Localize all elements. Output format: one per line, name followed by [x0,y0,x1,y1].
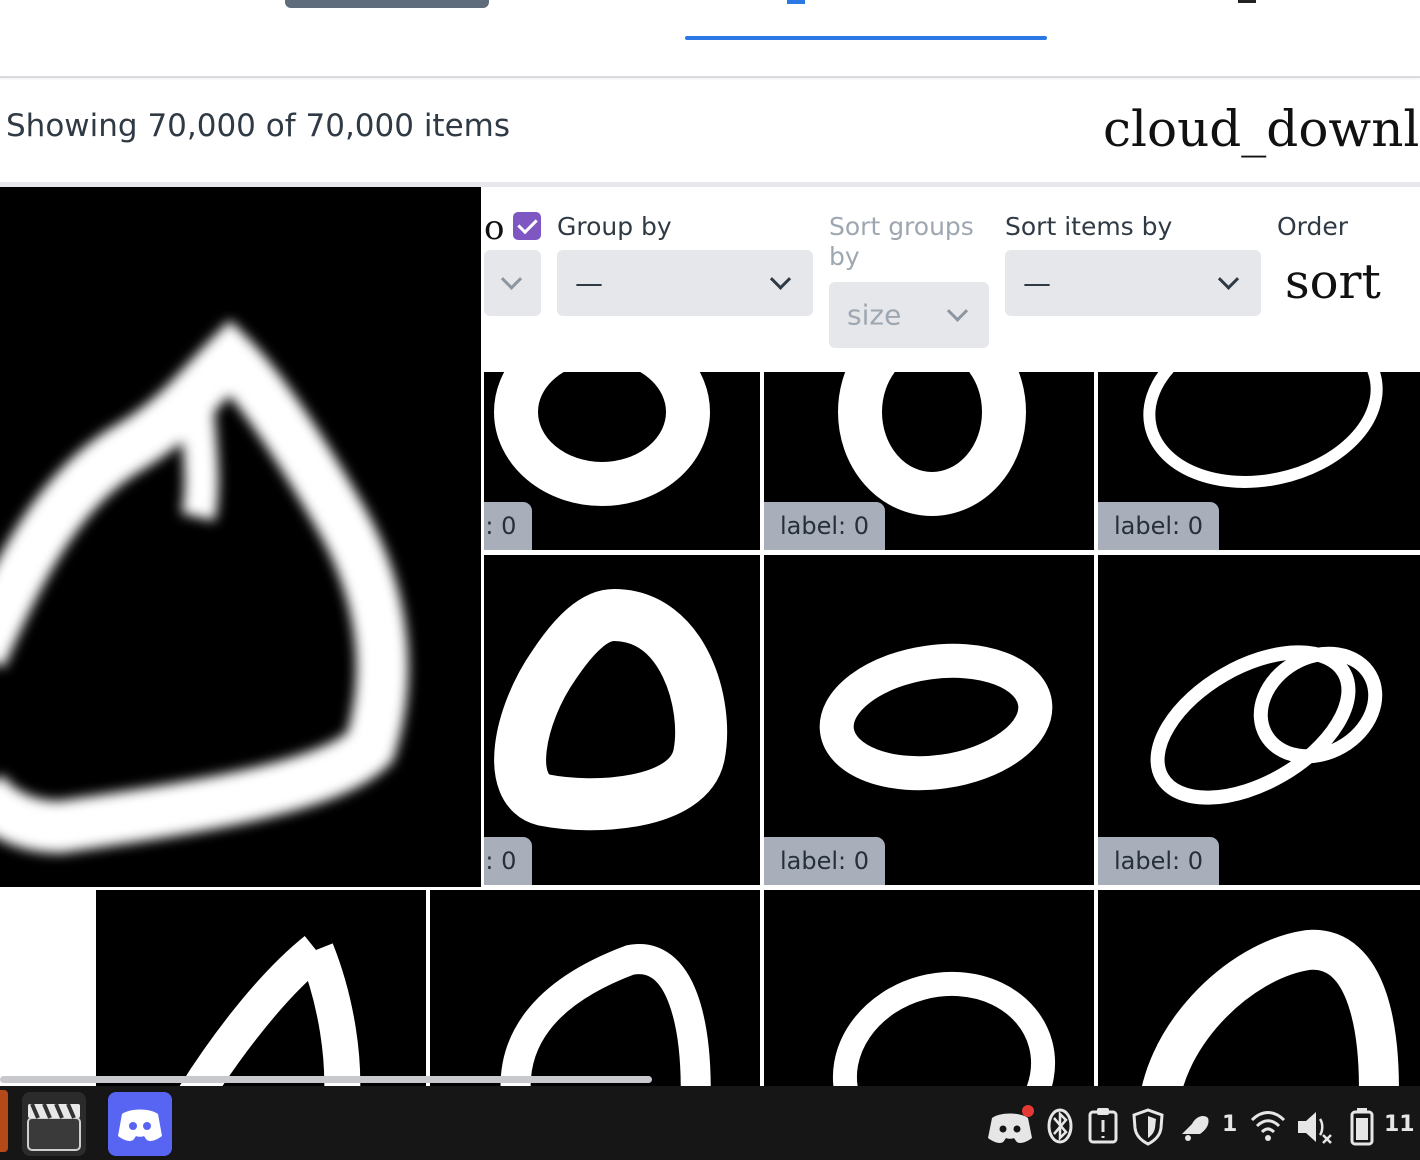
digit-image [1150,645,1383,805]
group-by-value: — [575,266,603,300]
grid-item[interactable] [764,890,1094,1086]
grid-item[interactable]: el: 0 [484,372,760,550]
grid-item[interactable] [1098,890,1420,1086]
clapperboard-icon [27,1103,81,1151]
clock: 11 [1384,1112,1415,1137]
digit-image [179,935,361,1086]
sort-items-by-value: — [1023,266,1051,300]
grid-item[interactable]: label: 0 [764,372,1094,550]
label-badge: label: 0 [764,837,886,885]
digit-image [494,588,728,831]
sort-order-toggle[interactable]: sort [1285,254,1381,310]
sort-groups-by-value: size [847,298,902,332]
digit-image [500,944,711,1086]
label-badge: label: 0 [1098,502,1220,550]
label-badge: label: 0 [764,502,886,550]
shield-icon[interactable] [1126,1104,1170,1148]
chevron-down-icon [946,300,969,322]
digit-image [832,971,1056,1086]
sort-groups-by-label: Sort groups by [829,212,974,271]
group-by-select[interactable]: — [557,250,813,316]
top-tab-bar [0,0,1420,78]
bluetooth-icon[interactable] [1042,1104,1082,1148]
system-tray [986,1104,1214,1148]
notification-count: 1 [1222,1112,1238,1137]
sort-items-by-label: Sort items by [1005,212,1173,241]
digit-image [819,643,1053,791]
order-label: Order [1277,212,1349,241]
notification-bell-icon[interactable] [1174,1104,1214,1148]
sort-groups-by-select[interactable]: size [829,282,989,348]
tab-icon-fragment-2 [1238,0,1256,3]
sort-groups-by-label-line1: Sort groups [829,212,974,241]
grid-item[interactable] [430,890,760,1086]
label-badge: label: 0 [1098,837,1220,885]
label-badge: el: 0 [484,502,533,550]
chevron-down-icon [500,268,523,290]
preview-digit-image [0,320,409,854]
item-count-text: Showing 70,000 of 70,000 items [6,108,511,144]
grid-item[interactable]: el: 0 [484,555,760,885]
sort-groups-by-label-line2: by [829,242,860,271]
horizontal-scrollbar[interactable] [0,1076,652,1083]
grid-item[interactable]: label: 0 [764,555,1094,885]
chevron-down-icon [769,268,792,290]
grid-item[interactable] [96,890,426,1086]
tab-button-stub[interactable] [285,0,489,8]
grid-item[interactable]: label: 0 [1098,555,1420,885]
taskbar-app-edge[interactable] [0,1090,8,1152]
system-tray-right [1248,1104,1382,1148]
show-option-checkbox[interactable] [513,212,541,240]
checkbox-label-clipped: o [484,208,505,248]
label-badge: el: 0 [484,837,533,885]
discord-icon [118,1109,162,1141]
clipboard-icon[interactable] [1082,1104,1122,1148]
clapper-app-icon[interactable] [22,1092,86,1156]
download-button[interactable]: cloud_downlo [1103,100,1420,158]
discord-app-icon[interactable] [108,1092,172,1156]
volume-muted-icon[interactable] [1292,1104,1336,1148]
image-preview [0,187,484,890]
clipped-select[interactable] [484,250,541,316]
chevron-down-icon [1217,268,1240,290]
digit-image [1142,929,1399,1086]
grid-item[interactable]: label: 0 [1098,372,1420,550]
wifi-icon[interactable] [1248,1104,1288,1148]
tab-icon-fragment [787,0,805,4]
active-tab-indicator [685,36,1047,40]
discord-tray-icon[interactable] [986,1104,1036,1148]
sort-items-by-select[interactable]: — [1005,250,1261,316]
battery-icon[interactable] [1342,1104,1382,1148]
group-by-label: Group by [557,212,672,241]
